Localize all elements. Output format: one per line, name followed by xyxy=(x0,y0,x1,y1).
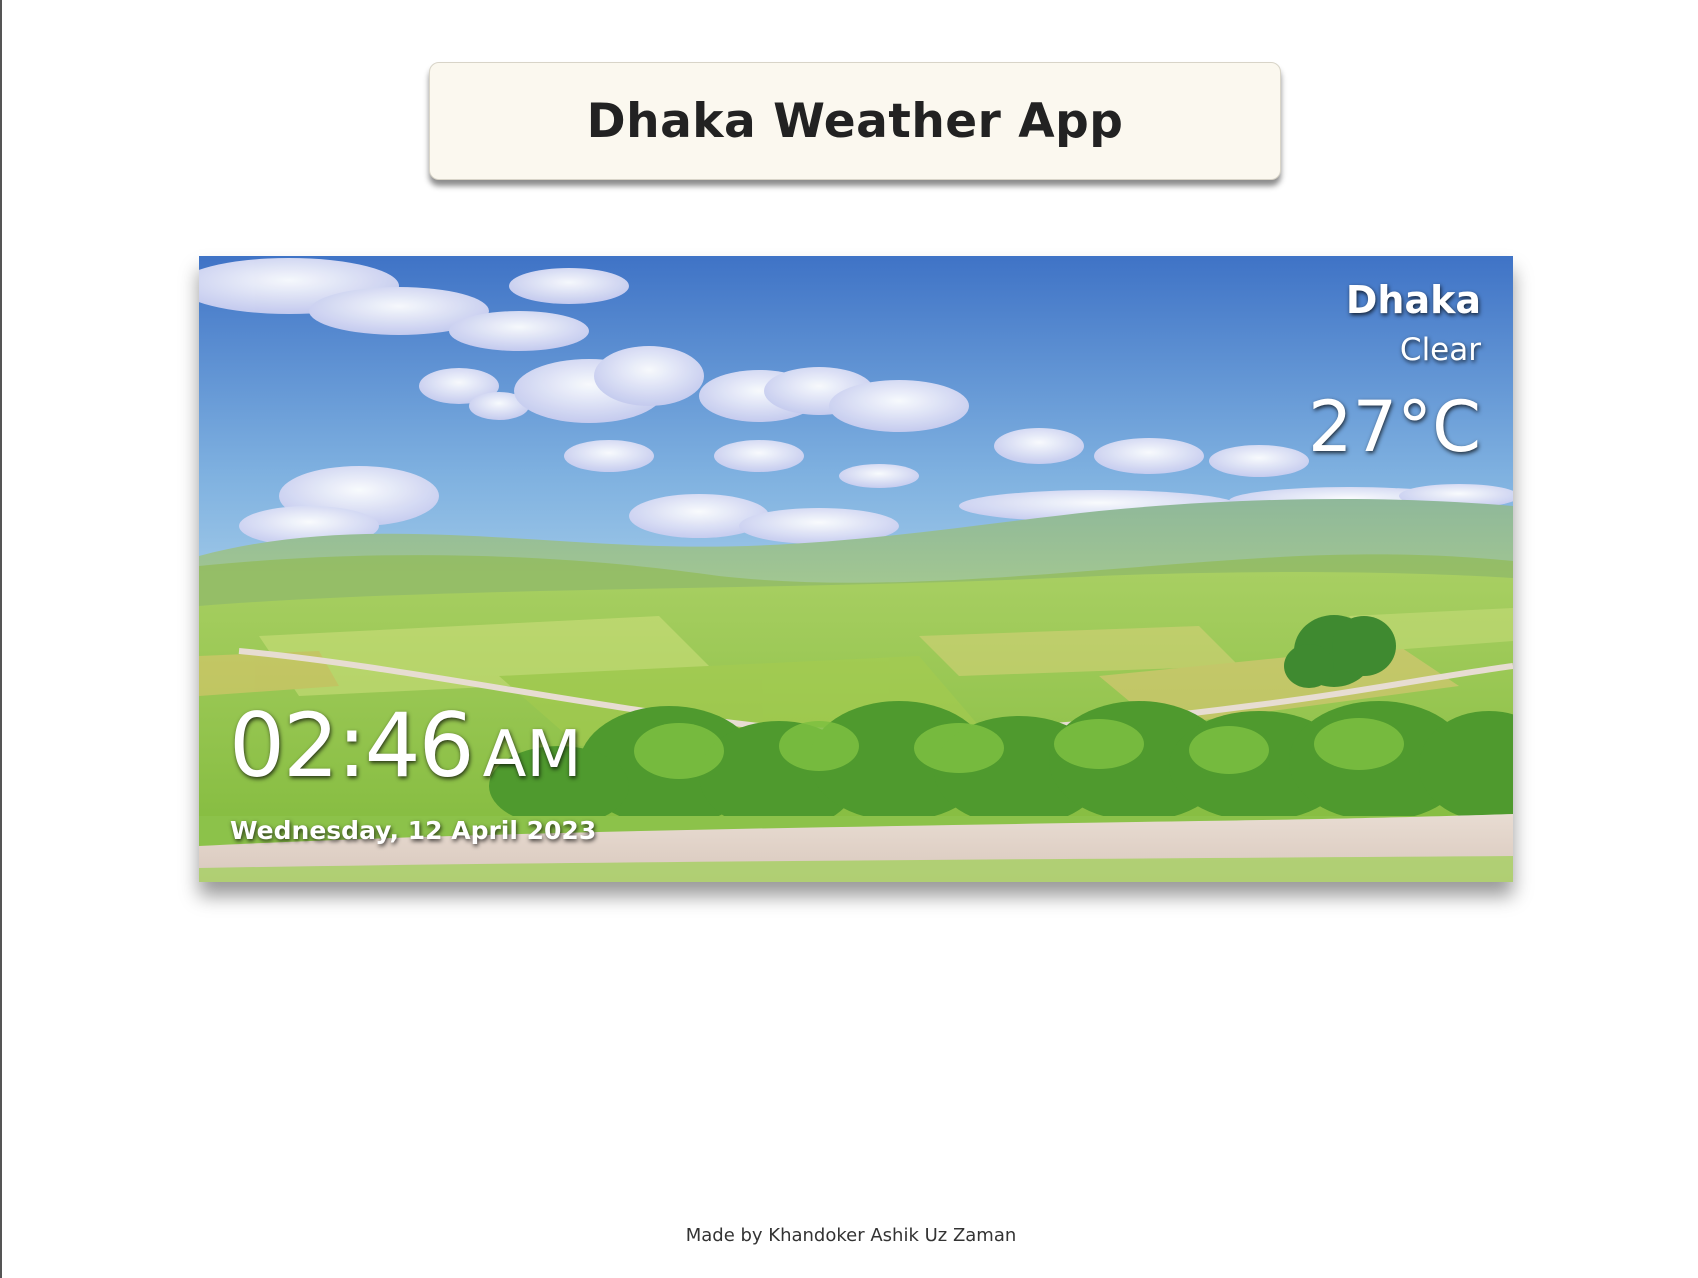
weather-card: Dhaka Clear 27°C 02:46 AM Wednesday, 12 … xyxy=(199,256,1513,882)
clock: 02:46 AM xyxy=(229,694,582,797)
app-title: Dhaka Weather App xyxy=(586,93,1124,149)
footer-credit: Made by Khandoker Ashik Uz Zaman xyxy=(685,1225,1017,1246)
temperature: 27°C xyxy=(1308,386,1481,468)
clock-ampm: AM xyxy=(482,718,582,792)
clock-time: 02:46 xyxy=(229,694,475,797)
app-page: Dhaka Weather App Dhaka Clear 27°C 02:46… xyxy=(0,0,1698,1278)
weather-condition: Clear xyxy=(1399,332,1481,368)
current-date: Wednesday, 12 April 2023 xyxy=(230,816,597,845)
title-banner: Dhaka Weather App xyxy=(429,62,1281,180)
city-name: Dhaka xyxy=(1345,278,1481,322)
